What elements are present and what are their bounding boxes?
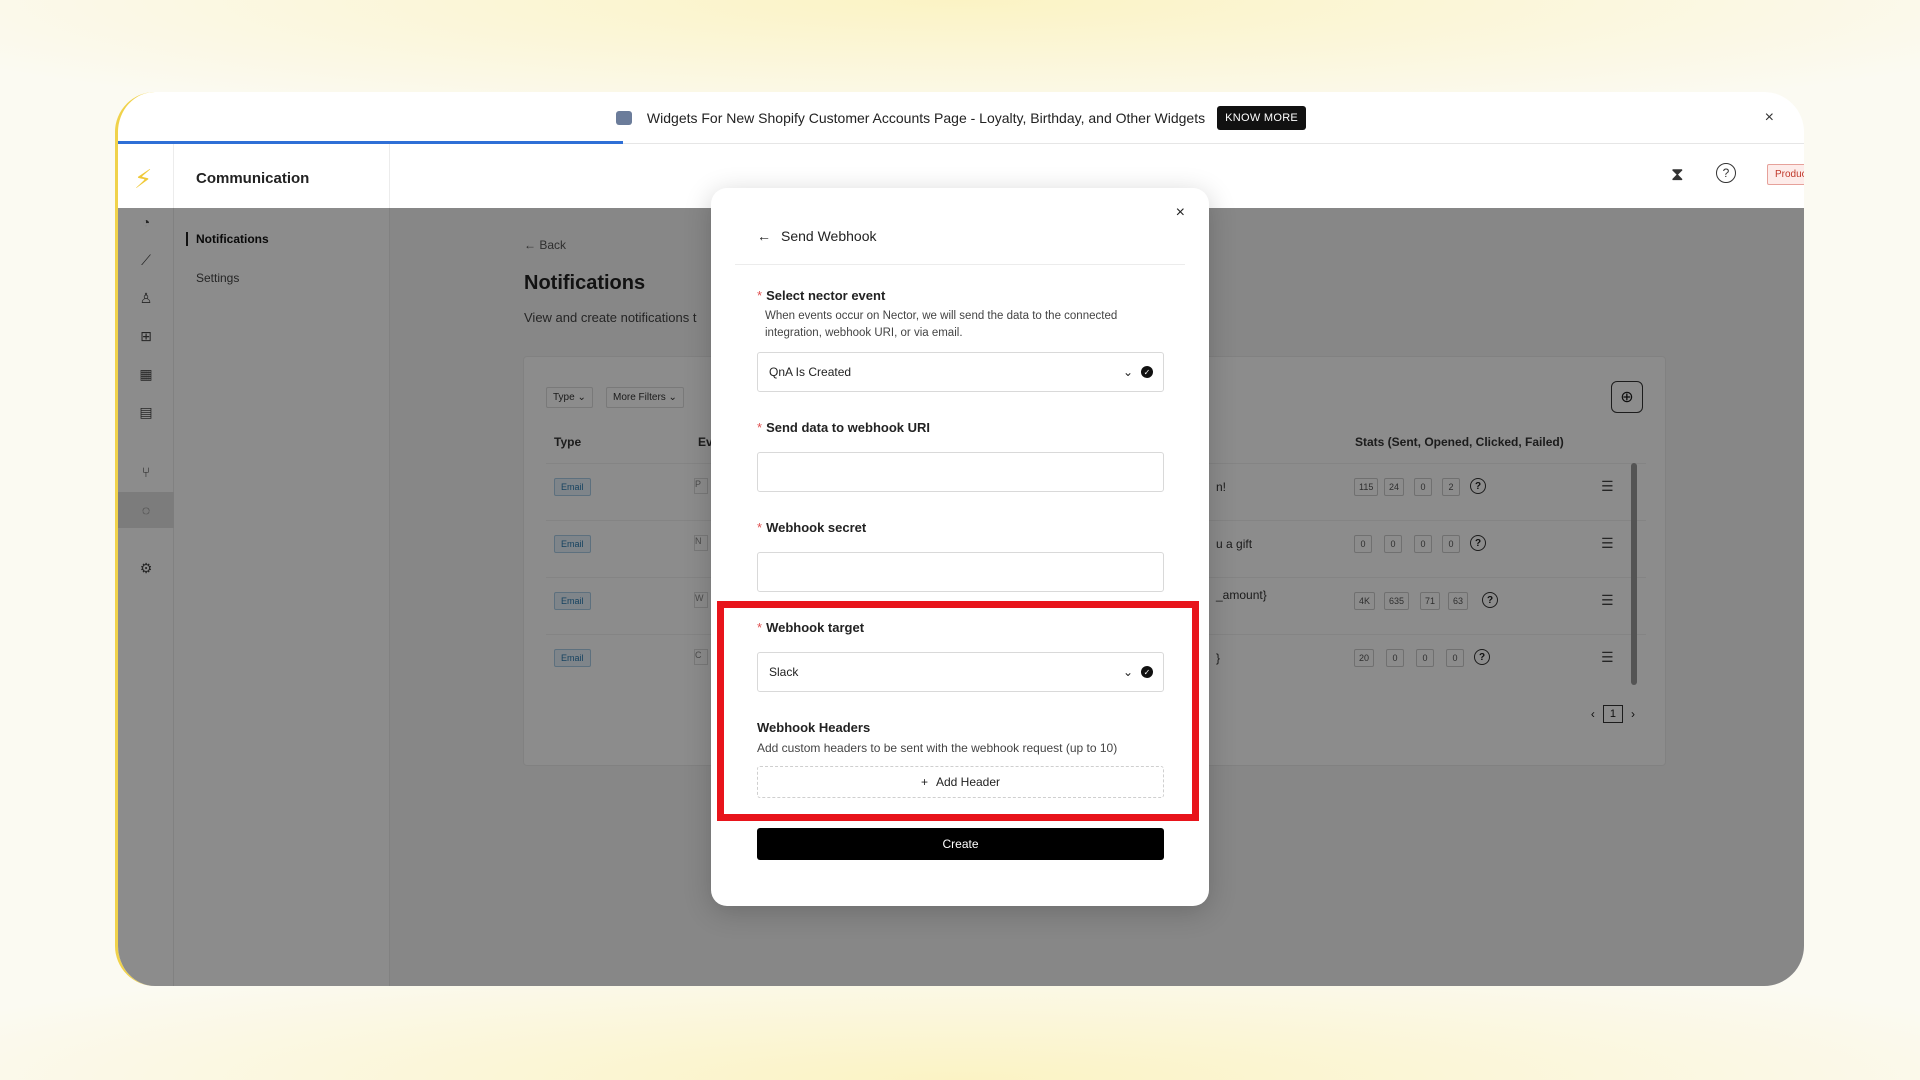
section-title: Communication xyxy=(196,170,310,187)
webhook-uri-input[interactable] xyxy=(757,452,1164,492)
check-circle-icon: ✓ xyxy=(1141,366,1153,378)
modal-header: ← Send Webhook xyxy=(757,228,876,244)
back-arrow-icon[interactable]: ← xyxy=(757,228,771,244)
highlight-box xyxy=(717,601,1199,821)
promo-banner: Widgets For New Shopify Customer Account… xyxy=(118,92,1804,144)
create-button[interactable]: Create xyxy=(757,828,1164,860)
event-select[interactable]: QnA Is Created ⌄ ✓ xyxy=(757,352,1164,392)
chevron-down-icon: ⌄ xyxy=(1122,365,1133,379)
uri-label: * Send data to webhook URI xyxy=(757,420,931,435)
event-select-value: QnA Is Created xyxy=(769,365,852,379)
banner-close-icon[interactable]: × xyxy=(1765,109,1774,127)
environment-badge: Production xyxy=(1767,164,1804,185)
modal-close-icon[interactable]: × xyxy=(1176,204,1185,222)
modal-title: Send Webhook xyxy=(781,228,877,244)
logo-icon[interactable]: ⚡ xyxy=(134,164,152,195)
help-icon[interactable]: ? xyxy=(1716,163,1736,183)
secret-label: * Webhook secret xyxy=(757,520,867,535)
hourglass-icon[interactable]: ⧗ xyxy=(1671,164,1684,185)
modal-divider xyxy=(735,264,1185,265)
promo-text: Widgets For New Shopify Customer Account… xyxy=(646,109,1206,126)
event-description: When events occur on Nector, we will sen… xyxy=(765,310,1118,339)
event-label: * Select nector event xyxy=(757,288,886,303)
promo-icon xyxy=(615,110,632,125)
webhook-secret-input[interactable] xyxy=(757,552,1164,592)
know-more-button[interactable]: KNOW MORE xyxy=(1217,105,1307,130)
